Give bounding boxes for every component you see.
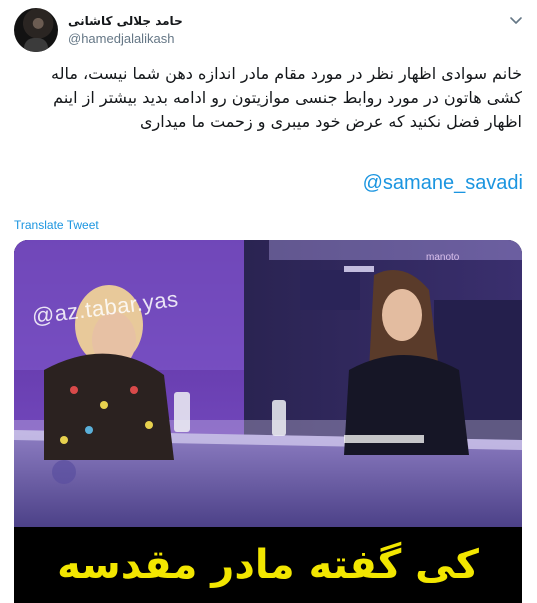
author-display-name[interactable]: حامد جلالی کاشانی: [68, 14, 183, 28]
chevron-down-icon[interactable]: [508, 12, 524, 28]
tweet-header: حامد جلالی کاشانی @hamedjalalikash: [14, 8, 524, 56]
author-avatar[interactable]: [14, 8, 58, 52]
tweet-text: خانم سوادی اظهار نظر در مورد مقام مادر ا…: [51, 64, 522, 131]
tweet-media-video[interactable]: @az.tabar.yas manoto کی گفته مادر مقدسه: [14, 240, 522, 603]
video-caption: کی گفته مادر مقدسه: [14, 527, 522, 603]
channel-logo: manoto: [426, 252, 460, 263]
translate-tweet-link[interactable]: Translate Tweet: [14, 218, 99, 232]
author-names: حامد جلالی کاشانی @hamedjalalikash: [68, 14, 183, 46]
author-handle[interactable]: @hamedjalalikash: [68, 31, 183, 46]
mention-link[interactable]: @samane_savadi: [363, 172, 523, 195]
